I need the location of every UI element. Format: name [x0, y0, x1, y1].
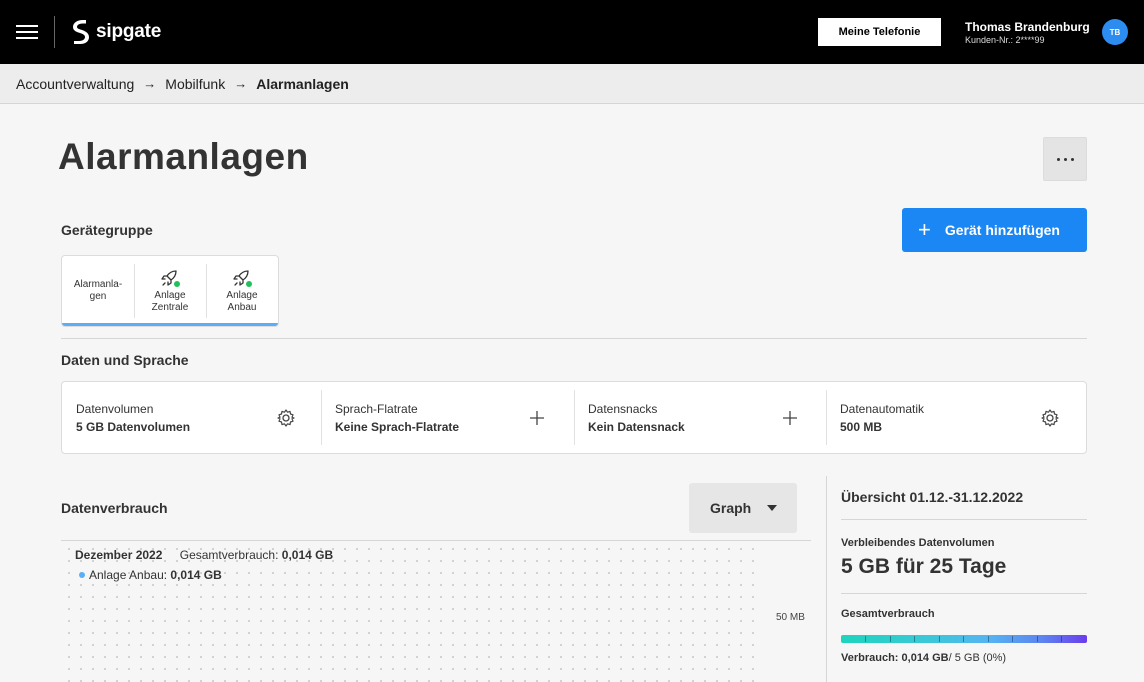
legend-name: Anlage Anbau: [89, 568, 168, 582]
remaining-volume-label: Verbleibendes Datenvolumen [841, 537, 995, 549]
remaining-volume-value: 5 GB für 25 Tage [841, 555, 1007, 578]
online-status-dot [246, 280, 252, 287]
plus-icon: + [918, 217, 931, 242]
add-device-label: Gerät hinzufügen [944, 222, 1060, 238]
overview-divider [826, 476, 827, 682]
bar-tick [939, 636, 940, 642]
add-device-button[interactable]: + Gerät hinzufügen [902, 208, 1087, 252]
bar-tick [865, 636, 866, 642]
sipgate-logo[interactable]: sipgate [70, 18, 161, 46]
usage-summary-suffix: / 5 GB (0%) [948, 652, 1007, 664]
bar-tick [914, 636, 915, 642]
more-dots-icon [1070, 157, 1074, 161]
top-navigation-bar: sipgate Meine Telefonie Thomas Brandenbu… [0, 0, 1144, 64]
data-snacks-cell: Datensnacks Kein Datensnack [574, 382, 826, 453]
device-tab-anlage-zentrale[interactable]: Anlage Zentrale [134, 256, 206, 326]
device-group-card: Alarmanla- gen Anlage Zentrale Anlage An… [61, 255, 279, 327]
caret-down-icon [767, 505, 778, 511]
section-divider [61, 338, 1087, 339]
online-status-dot [174, 280, 180, 287]
usage-summary: Verbrauch: 0,014 GB/ 5 GB (0%) [841, 652, 1006, 664]
logo-text: sipgate [96, 21, 162, 42]
legend-dot [79, 572, 85, 578]
device-group-tab-label: Alarmanla- gen [73, 279, 123, 302]
gear-icon[interactable] [276, 408, 296, 428]
chart-y-tick-label: 50 MB [776, 612, 805, 623]
data-automatic-cell: Datenautomatik 500 MB [826, 382, 1086, 453]
divider [54, 16, 55, 48]
device-tab-label: Anlage Anbau [226, 289, 258, 313]
usage-label: Datenverbrauch [61, 500, 168, 516]
device-tab-label: Anlage Zentrale [151, 289, 189, 313]
device-rocket-icon [161, 269, 180, 287]
device-rocket-icon [233, 269, 252, 287]
plus-icon[interactable] [527, 408, 547, 428]
chart-month: Dezember 2022 [75, 548, 163, 562]
usage-progress-bar [841, 635, 1087, 643]
bar-tick [1012, 636, 1013, 642]
more-dots-icon [1056, 157, 1060, 161]
chart-summary: Dezember 2022 Gesamtverbrauch: 0,014 GB [75, 548, 333, 562]
avatar[interactable]: TB [1102, 19, 1128, 45]
device-group-tab-alarmanlagen[interactable]: Alarmanla- gen [62, 256, 134, 326]
bar-tick [1037, 636, 1038, 642]
breadcrumb-item-mobilfunk[interactable]: Mobilfunk [165, 76, 225, 92]
bar-tick [890, 636, 891, 642]
breadcrumb: Accountverwaltung → Mobilfunk → Alarmanl… [0, 64, 1144, 104]
total-usage-prefix: Gesamtverbrauch: [179, 548, 279, 562]
user-name: Thomas Brandenburg [965, 20, 1090, 34]
chart-legend-item: Anlage Anbau: 0,014 GB [79, 568, 222, 582]
view-select-dropdown[interactable]: Graph [689, 483, 797, 533]
usage-chart [61, 541, 759, 682]
breadcrumb-item-accountverwaltung[interactable]: Accountverwaltung [16, 76, 134, 92]
arrow-right-icon: → [234, 76, 248, 91]
active-tab-indicator [62, 323, 278, 326]
bar-tick [963, 636, 964, 642]
usage-summary-prefix: Verbrauch: 0,014 GB [841, 652, 949, 664]
bar-tick [988, 636, 989, 642]
total-usage-label: Gesamtverbrauch [841, 608, 935, 620]
overview-divider-line [841, 593, 1087, 594]
plus-icon[interactable] [780, 408, 800, 428]
overview-title: Übersicht 01.12.-31.12.2022 [841, 489, 1024, 505]
menu-icon[interactable] [16, 23, 38, 41]
more-dots-icon [1063, 157, 1067, 161]
user-info[interactable]: Thomas Brandenburg Kunden-Nr.: 2****99 [965, 20, 1090, 46]
arrow-right-icon: → [143, 76, 157, 91]
data-language-card: Datenvolumen 5 GB Datenvolumen Sprach-Fl… [61, 381, 1087, 454]
my-telephony-button[interactable]: Meine Telefonie [818, 18, 941, 46]
bar-tick [1061, 636, 1062, 642]
data-language-label: Daten und Sprache [61, 352, 189, 368]
gear-icon[interactable] [1040, 408, 1060, 428]
device-group-label: Gerätegruppe [61, 222, 153, 238]
overview-divider-line [841, 519, 1087, 520]
total-usage-value: 0,014 GB [281, 548, 334, 562]
view-select-value: Graph [710, 500, 752, 516]
legend-value: 0,014 GB [170, 568, 222, 582]
breadcrumb-current: Alarmanlagen [256, 75, 349, 92]
customer-number: Kunden-Nr.: 2****99 [965, 35, 1045, 45]
more-options-button[interactable] [1043, 137, 1087, 181]
voice-flatrate-cell: Sprach-Flatrate Keine Sprach-Flatrate [321, 382, 574, 453]
sipgate-logo-icon [73, 20, 89, 44]
page-title: Alarmanlagen [58, 136, 309, 177]
device-tab-anlage-anbau[interactable]: Anlage Anbau [206, 256, 278, 326]
data-volume-cell: Datenvolumen 5 GB Datenvolumen [62, 382, 321, 453]
